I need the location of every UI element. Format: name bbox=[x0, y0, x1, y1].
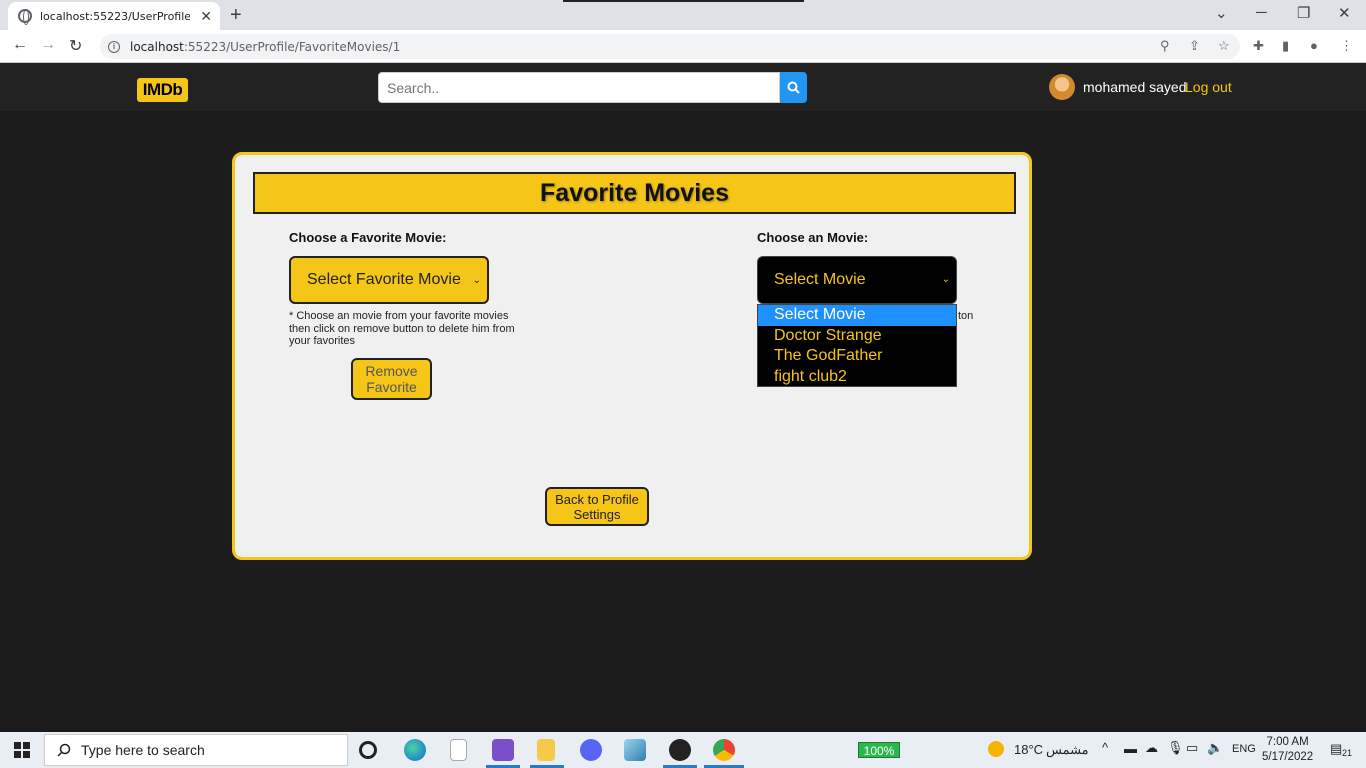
tab-title: localhost:55223/UserProfile/Favo bbox=[40, 9, 190, 23]
favorite-movie-label: Choose a Favorite Movie: bbox=[289, 230, 447, 245]
browser-tab[interactable]: localhost:55223/UserProfile/Favo ✕ bbox=[8, 2, 220, 30]
weather-desc: مشمس bbox=[1046, 742, 1089, 757]
reload-icon[interactable]: ↻ bbox=[69, 36, 82, 56]
visual-studio-icon[interactable] bbox=[492, 739, 514, 761]
search-button[interactable] bbox=[780, 72, 807, 103]
browser-tab-bar: localhost:55223/UserProfile/Favo ✕ + ⌄ ─… bbox=[0, 0, 1366, 30]
close-window-icon[interactable]: ✕ bbox=[1338, 4, 1351, 22]
notepad-icon[interactable] bbox=[450, 739, 467, 761]
search-icon bbox=[787, 81, 800, 94]
globe-icon bbox=[18, 9, 32, 25]
favorite-select-value: Select Favorite Movie bbox=[307, 271, 461, 288]
logout-link[interactable]: Log out bbox=[1185, 79, 1232, 95]
avatar[interactable] bbox=[1049, 74, 1075, 100]
bookmark-star-icon[interactable]: ☆ bbox=[1218, 38, 1230, 54]
new-tab-icon[interactable]: + bbox=[230, 4, 242, 27]
remove-favorite-button[interactable]: Remove Favorite bbox=[351, 358, 432, 400]
movie-select[interactable]: Select Movie ⌄ bbox=[757, 256, 957, 304]
battery-indicator[interactable]: 100% bbox=[858, 742, 900, 758]
clock-date: 5/17/2022 bbox=[1262, 751, 1314, 763]
extensions-icon[interactable]: ✚ bbox=[1253, 38, 1264, 54]
forward-icon[interactable]: → bbox=[40, 36, 56, 54]
remove-hint: * Choose an movie from your favorite mov… bbox=[289, 310, 515, 347]
taskbar-search-text: Type here to search bbox=[81, 742, 205, 758]
search-icon bbox=[57, 743, 71, 757]
movie-option[interactable]: fight club2 bbox=[758, 367, 956, 388]
microphone-icon[interactable]: 🎙 bbox=[1167, 740, 1184, 756]
taskbar-search[interactable]: Type here to search bbox=[44, 734, 348, 766]
restore-icon[interactable]: ❐ bbox=[1297, 4, 1310, 22]
back-icon[interactable]: ← bbox=[12, 36, 28, 54]
tray-chevron-icon[interactable]: ^ bbox=[1102, 740, 1108, 755]
zoom-icon[interactable]: ⚲ bbox=[1160, 38, 1170, 54]
minimize-icon[interactable]: ─ bbox=[1256, 4, 1267, 21]
network-icon[interactable]: ▭ bbox=[1186, 740, 1198, 756]
volume-icon[interactable]: 🔈 bbox=[1207, 740, 1223, 756]
search-input[interactable] bbox=[378, 72, 780, 103]
imdb-logo[interactable]: IMDb bbox=[137, 78, 188, 102]
back-to-profile-button[interactable]: Back to Profile Settings bbox=[545, 487, 649, 526]
address-bar-row: ← → ↻ i localhost:55223/UserProfile/Favo… bbox=[0, 30, 1366, 63]
info-icon[interactable]: i bbox=[108, 40, 120, 53]
app-icon[interactable] bbox=[624, 739, 646, 761]
chevron-down-icon: ⌄ bbox=[941, 274, 950, 285]
movie-label: Choose an Movie: bbox=[757, 230, 869, 245]
profile-icon[interactable]: ● bbox=[1310, 38, 1318, 53]
site-header: IMDb mohamed sayed Log out bbox=[0, 63, 1366, 111]
clock-time: 7:00 AM bbox=[1266, 736, 1309, 748]
url-field[interactable]: i localhost:55223/UserProfile/FavoriteMo… bbox=[100, 34, 1240, 59]
clock[interactable]: 7:00 AM 5/17/2022 bbox=[1262, 735, 1313, 765]
menu-icon[interactable]: ⋮ bbox=[1340, 38, 1353, 54]
battery-tray-icon[interactable]: ▬ bbox=[1124, 741, 1137, 756]
discord-icon[interactable] bbox=[580, 739, 602, 761]
windows-start-icon[interactable] bbox=[14, 742, 30, 758]
username: mohamed sayed bbox=[1083, 79, 1187, 95]
top-edge-line bbox=[563, 0, 804, 2]
recorder-icon[interactable] bbox=[669, 739, 691, 761]
chrome-icon[interactable] bbox=[713, 739, 735, 761]
cortana-icon[interactable] bbox=[359, 741, 377, 759]
notifications-count: 21 bbox=[1342, 748, 1353, 758]
movie-select-value: Select Movie bbox=[774, 271, 866, 288]
notifications-icon[interactable]: ▤ bbox=[1330, 741, 1342, 757]
chevron-down-icon: ⌄ bbox=[472, 275, 481, 286]
close-tab-icon[interactable]: ✕ bbox=[200, 8, 212, 25]
movie-option[interactable]: Doctor Strange bbox=[758, 326, 956, 347]
movie-option[interactable]: Select Movie bbox=[758, 305, 956, 326]
favorite-movies-card: Favorite Movies Choose a Favorite Movie:… bbox=[232, 152, 1032, 560]
language-indicator[interactable]: ENG bbox=[1232, 743, 1256, 755]
cloud-icon[interactable]: ☁ bbox=[1145, 740, 1158, 756]
tab-search-icon[interactable]: ⌄ bbox=[1215, 4, 1228, 22]
weather-sun-icon[interactable] bbox=[988, 741, 1004, 757]
url-text: localhost:55223/UserProfile/FavoriteMovi… bbox=[130, 39, 401, 54]
share-icon[interactable]: ⇪ bbox=[1189, 38, 1200, 54]
obscured-hint-tail: ton bbox=[958, 310, 974, 322]
windows-taskbar: Type here to search 100% 18°C مشمس ^ ▬ ☁… bbox=[0, 732, 1366, 768]
edge-icon[interactable] bbox=[404, 739, 426, 761]
sidepanel-icon[interactable]: ▮ bbox=[1282, 38, 1289, 54]
file-explorer-icon[interactable] bbox=[537, 739, 555, 761]
movie-option[interactable]: The GodFather bbox=[758, 346, 956, 367]
page-title: Favorite Movies bbox=[253, 172, 1016, 214]
favorite-movie-select[interactable]: Select Favorite Movie ⌄ bbox=[289, 256, 489, 304]
movie-dropdown-list: Select Movie Doctor Strange The GodFathe… bbox=[757, 304, 957, 387]
weather-temp[interactable]: 18°C bbox=[1014, 742, 1043, 757]
